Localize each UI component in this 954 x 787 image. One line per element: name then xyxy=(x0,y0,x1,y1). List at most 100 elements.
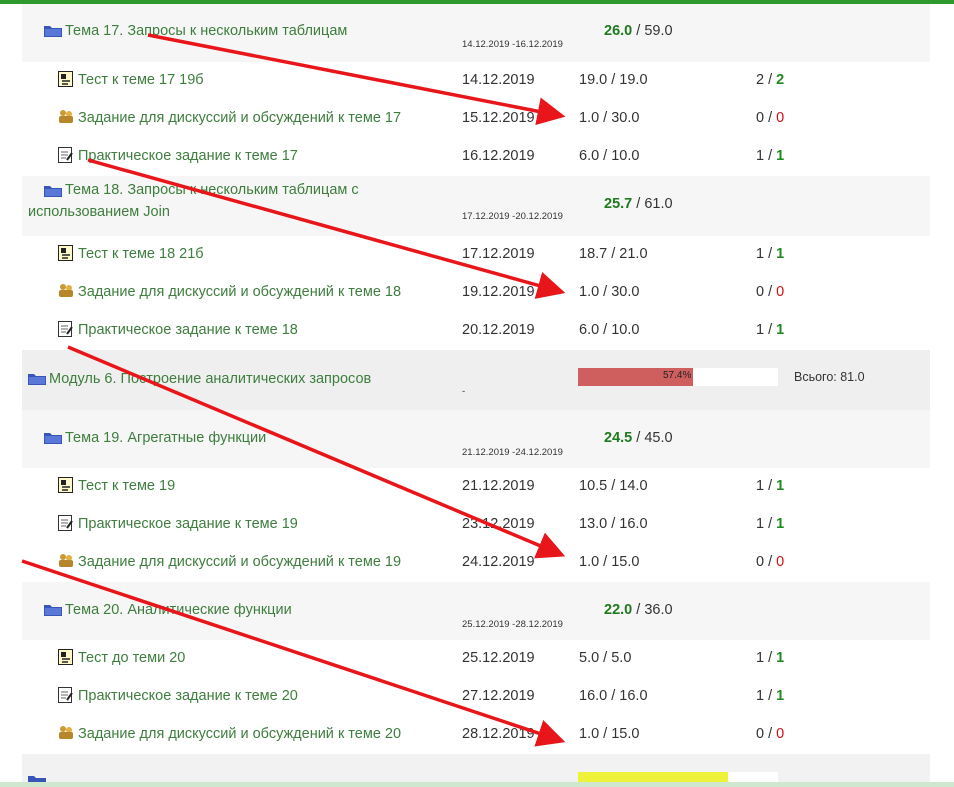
activity-link[interactable]: Задание для дискуссий и обсуждений к тем… xyxy=(78,726,401,742)
attempts-count: 0 xyxy=(776,110,785,126)
topic-row: Тема 20. Аналитические функции 25.12.201… xyxy=(22,582,930,640)
activity-row: Тест к теме 19 21.12.2019 10.5 / 14.0 1 … xyxy=(22,468,930,506)
activity-row: Тест к теме 18 21б 17.12.2019 18.7 / 21.… xyxy=(22,236,930,274)
activity-row: Практическое задание к теме 18 20.12.201… xyxy=(22,312,930,350)
activity-attempts: 1 / 1 xyxy=(756,478,784,494)
module-progress-bar: 57.4% xyxy=(578,368,778,386)
topic-score: 25.7 / 61.0 xyxy=(604,196,673,212)
topic-score-earned: 25.7 xyxy=(604,196,633,212)
activity-row: Задание для дискуссий и обсуждений к тем… xyxy=(22,716,930,754)
activity-attempts: 1 / 1 xyxy=(756,246,784,262)
activity-score: 18.7 / 21.0 xyxy=(579,246,648,262)
activity-date: 23.12.2019 xyxy=(462,516,535,532)
topic-score-max: / 36.0 xyxy=(632,602,673,618)
folder-icon xyxy=(44,24,62,42)
activity-score: 6.0 / 10.0 xyxy=(579,148,640,164)
topic-title[interactable]: Тема 19. Агрегатные функции xyxy=(65,430,266,446)
attempts-total: 1 / xyxy=(756,246,777,262)
topic-title[interactable]: Тема 18. Запросы к нескольким таблицам с… xyxy=(28,179,408,223)
module-title[interactable]: Модуль 6. Построение аналитических запро… xyxy=(49,371,371,387)
attempts-total: 0 / xyxy=(756,110,777,126)
folder-icon xyxy=(44,431,62,449)
activity-score: 5.0 / 5.0 xyxy=(579,650,632,666)
activity-link[interactable]: Тест до теми 20 xyxy=(78,650,185,666)
activity-link[interactable]: Практическое задание к теме 17 xyxy=(78,148,298,164)
topic-row: Тема 17. Запросы к нескольким таблицам 1… xyxy=(22,4,930,62)
forum-icon xyxy=(58,725,74,745)
topic-title[interactable]: Тема 20. Аналитические функции xyxy=(65,602,292,618)
activity-attempts: 0 / 0 xyxy=(756,726,784,742)
forum-icon xyxy=(58,109,74,129)
activity-link[interactable]: Тест к теме 19 xyxy=(78,478,175,494)
activity-score: 1.0 / 15.0 xyxy=(579,726,640,742)
activity-date: 15.12.2019 xyxy=(462,110,535,126)
module-progress-percent: 57.4% xyxy=(663,370,692,381)
activity-attempts: 1 / 1 xyxy=(756,688,784,704)
activity-score: 1.0 / 30.0 xyxy=(579,110,640,126)
activity-date: 27.12.2019 xyxy=(462,688,535,704)
topic-row: Тема 19. Агрегатные функции 21.12.2019 -… xyxy=(22,410,930,468)
activity-score: 19.0 / 19.0 xyxy=(579,72,648,88)
activity-score: 10.5 / 14.0 xyxy=(579,478,648,494)
activity-score: 1.0 / 30.0 xyxy=(579,284,640,300)
activity-link[interactable]: Задание для дискуссий и обсуждений к тем… xyxy=(78,554,401,570)
activity-attempts: 0 / 0 xyxy=(756,110,784,126)
topic-title[interactable]: Тема 17. Запросы к нескольким таблицам xyxy=(65,23,347,39)
activity-date: 17.12.2019 xyxy=(462,246,535,262)
quiz-icon xyxy=(58,71,73,92)
activity-row: Тест до теми 20 25.12.2019 5.0 / 5.0 1 /… xyxy=(22,640,930,678)
attempts-count: 0 xyxy=(776,726,785,742)
activity-attempts: 2 / 2 xyxy=(756,72,784,88)
topic-date-range: 14.12.2019 -16.12.2019 xyxy=(462,39,563,50)
quiz-icon xyxy=(58,649,73,670)
activity-link[interactable]: Практическое задание к теме 20 xyxy=(78,688,298,704)
attempts-total: 1 / xyxy=(756,322,777,338)
activity-score: 6.0 / 10.0 xyxy=(579,322,640,338)
activity-link[interactable]: Практическое задание к теме 18 xyxy=(78,322,298,338)
module-row-partial xyxy=(22,754,930,784)
attempts-total: 1 / xyxy=(756,516,777,532)
attempts-total: 1 / xyxy=(756,650,777,666)
attempts-total: 0 / xyxy=(756,726,777,742)
quiz-icon xyxy=(58,477,73,498)
attempts-count: 0 xyxy=(776,284,785,300)
topic-date-range: 17.12.2019 -20.12.2019 xyxy=(462,211,563,222)
attempts-count: 1 xyxy=(776,688,785,704)
activity-date: 21.12.2019 xyxy=(462,478,535,494)
activity-row: Тест к теме 17 19б 14.12.2019 19.0 / 19.… xyxy=(22,62,930,100)
activity-link[interactable]: Практическое задание к теме 19 xyxy=(78,516,298,532)
attempts-count: 2 xyxy=(776,72,785,88)
activity-link[interactable]: Тест к теме 18 21б xyxy=(78,246,204,262)
quiz-icon xyxy=(58,245,73,266)
activity-attempts: 1 / 1 xyxy=(756,516,784,532)
topic-score-max: / 61.0 xyxy=(632,196,673,212)
forum-icon xyxy=(58,283,74,303)
activity-row: Практическое задание к теме 17 16.12.201… xyxy=(22,138,930,176)
activity-row: Практическое задание к теме 19 23.12.201… xyxy=(22,506,930,544)
topic-score-earned: 22.0 xyxy=(604,602,633,618)
assignment-icon xyxy=(58,515,73,536)
module-date-range: - xyxy=(462,386,466,397)
topic-score-max: / 59.0 xyxy=(632,23,673,39)
activity-attempts: 0 / 0 xyxy=(756,554,784,570)
attempts-count: 1 xyxy=(776,148,785,164)
topic-date-range: 25.12.2019 -28.12.2019 xyxy=(462,619,563,630)
activity-link[interactable]: Задание для дискуссий и обсуждений к тем… xyxy=(78,284,401,300)
activity-link[interactable]: Задание для дискуссий и обсуждений к тем… xyxy=(78,110,401,126)
activity-link[interactable]: Тест к теме 17 19б xyxy=(78,72,204,88)
topic-score-earned: 26.0 xyxy=(604,23,633,39)
attempts-count: 1 xyxy=(776,322,785,338)
module-row: Модуль 6. Построение аналитических запро… xyxy=(22,350,930,410)
topic-date-range: 21.12.2019 -24.12.2019 xyxy=(462,447,563,458)
activity-score: 13.0 / 16.0 xyxy=(579,516,648,532)
folder-icon xyxy=(28,372,46,390)
attempts-count: 1 xyxy=(776,516,785,532)
topic-row: Тема 18. Запросы к нескольким таблицам с… xyxy=(22,176,930,236)
activity-date: 24.12.2019 xyxy=(462,554,535,570)
assignment-icon xyxy=(58,147,73,168)
activity-score: 16.0 / 16.0 xyxy=(579,688,648,704)
topic-score: 24.5 / 45.0 xyxy=(604,430,673,446)
bottom-accent-bar xyxy=(0,782,954,787)
activity-row: Задание для дискуссий и обсуждений к тем… xyxy=(22,100,930,138)
activity-row: Задание для дискуссий и обсуждений к тем… xyxy=(22,274,930,312)
